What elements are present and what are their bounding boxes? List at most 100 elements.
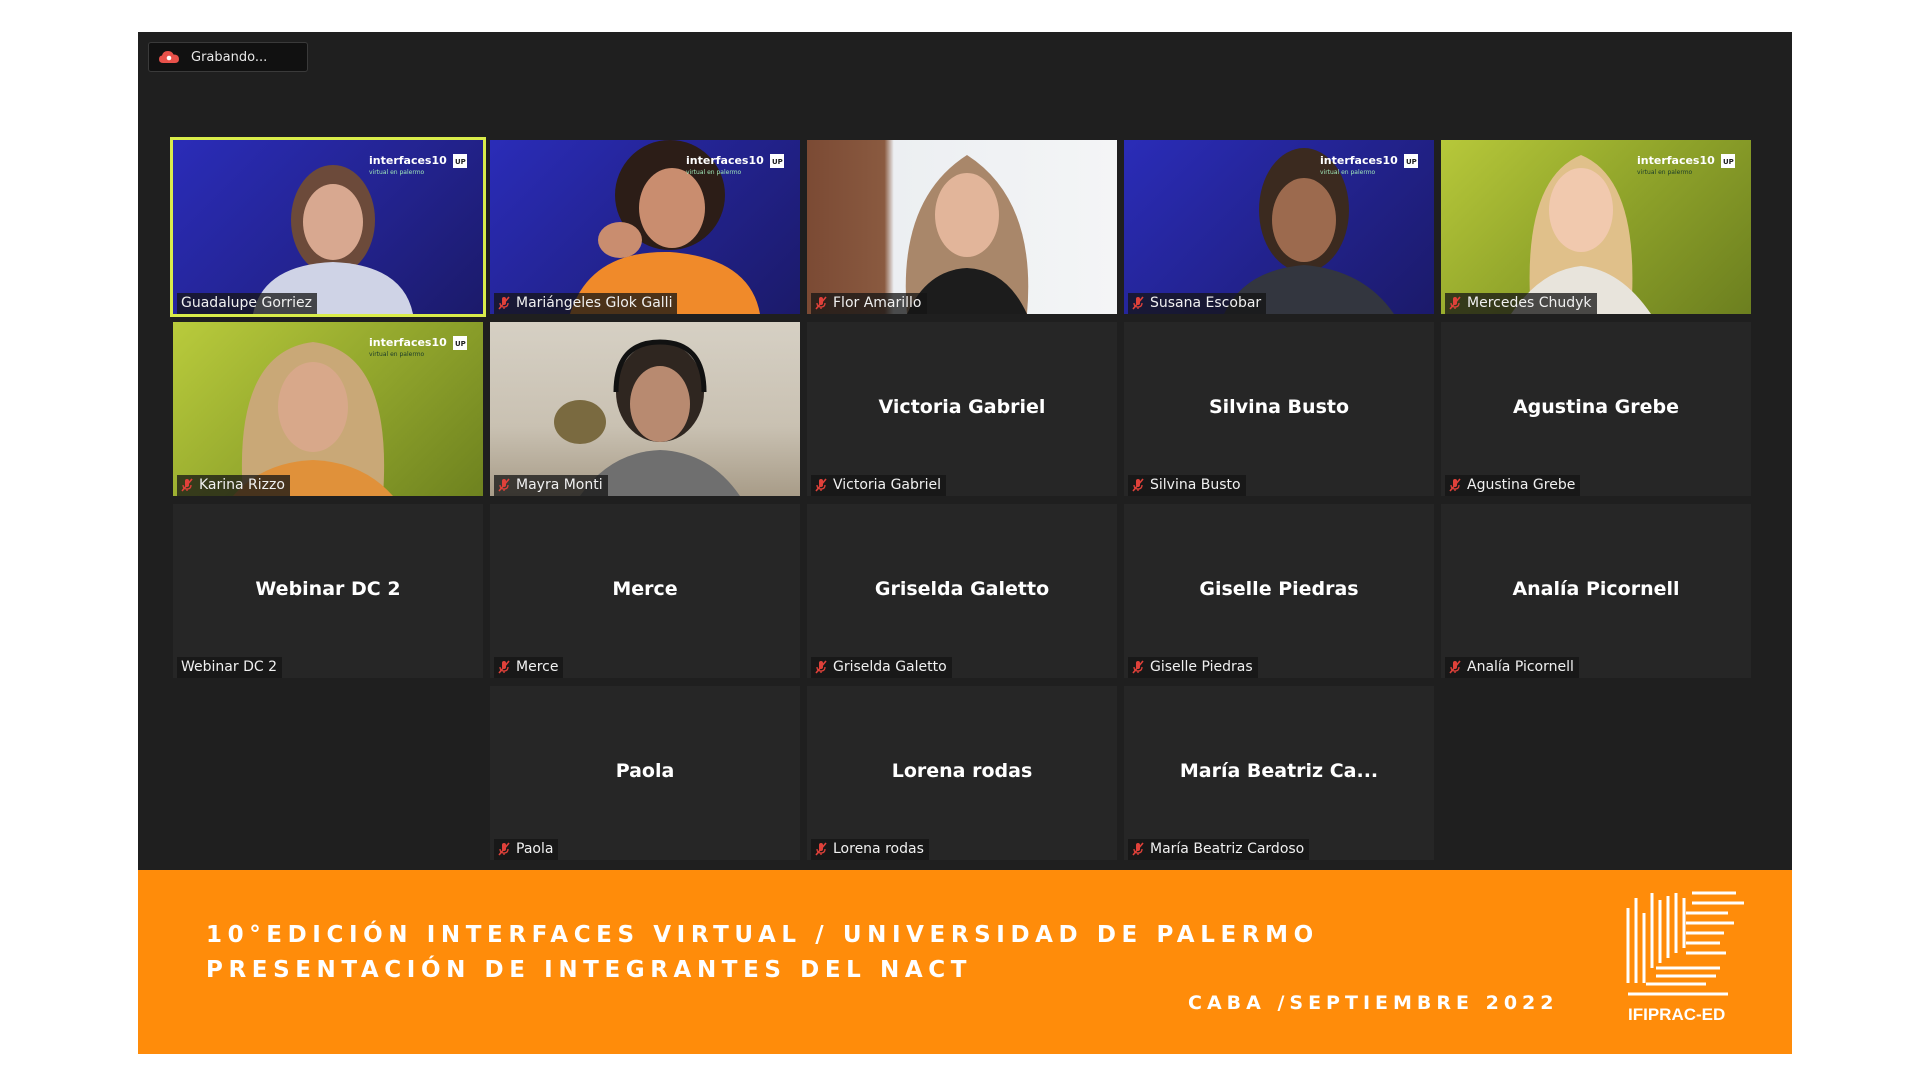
muted-mic-icon <box>815 478 827 492</box>
participant-display-name: Merce <box>612 578 678 600</box>
svg-text:UP: UP <box>1723 158 1734 166</box>
participant-label: Agustina Grebe <box>1445 475 1581 496</box>
muted-mic-icon <box>1132 296 1144 310</box>
video-tile[interactable]: interfaces10 virtual en palermo UP Susana … <box>1124 140 1434 314</box>
participant-label: Silvina Busto <box>1128 475 1246 496</box>
participant-display-name: Griselda Galetto <box>874 578 1050 600</box>
participant-name: Griselda Galetto <box>833 659 947 675</box>
name-tile[interactable]: Giselle Piedras Giselle Piedras <box>1124 504 1434 678</box>
participant-label: Mercedes Chudyk <box>1445 293 1597 314</box>
participant-label: Paola <box>494 839 559 860</box>
muted-mic-icon <box>1449 296 1461 310</box>
svg-text:virtual en palermo: virtual en palermo <box>1637 169 1693 176</box>
participant-label: Merce <box>494 657 564 678</box>
participant-display-name: Lorena rodas <box>891 760 1033 782</box>
participant-display-name: Agustina Grebe <box>1512 396 1680 418</box>
svg-text:UP: UP <box>1406 158 1417 166</box>
video-tile[interactable]: interfaces10 virtual en palermo UP Mariáng… <box>490 140 800 314</box>
muted-mic-icon <box>815 660 827 674</box>
svg-text:UP: UP <box>455 340 466 348</box>
video-tile[interactable]: interfaces10 virtual en palermo UP Guadalu… <box>170 137 486 317</box>
muted-mic-icon <box>498 296 510 310</box>
event-logo: interfaces10 virtual en palermo UP <box>369 152 469 182</box>
name-tile[interactable]: Griselda Galetto Griselda Galetto <box>807 504 1117 678</box>
participant-label: Karina Rizzo <box>177 475 290 496</box>
participant-label: Webinar DC 2 <box>177 657 282 678</box>
participant-name: Lorena rodas <box>833 841 924 857</box>
event-logo: interfaces10 virtual en palermo UP <box>369 334 469 364</box>
participant-display-name: Paola <box>615 760 675 782</box>
muted-mic-icon <box>498 660 510 674</box>
svg-text:virtual en palermo: virtual en palermo <box>686 169 742 176</box>
event-logo: interfaces10 virtual en palermo UP <box>1320 152 1420 182</box>
muted-mic-icon <box>181 478 193 492</box>
svg-text:interfaces10: interfaces10 <box>369 336 447 349</box>
participant-name: Mayra Monti <box>516 477 603 493</box>
banner-date: CABA /SEPTIEMBRE 2022 <box>1188 992 1559 1014</box>
video-tile[interactable]: interfaces10 virtual en palermo UP Karina … <box>173 322 483 496</box>
participant-name: Guadalupe Gorriez <box>181 295 313 311</box>
participant-display-name: Victoria Gabriel <box>878 396 1046 418</box>
participant-label: Flor Amarillo <box>811 293 927 314</box>
participant-name: Merce <box>516 659 559 675</box>
banner-title: 10°EDICIÓN INTERFACES VIRTUAL / UNIVERSI… <box>206 922 1319 948</box>
participant-name: Victoria Gabriel <box>833 477 942 493</box>
participant-name: Paola <box>516 841 554 857</box>
event-logo: interfaces10 virtual en palermo UP <box>1637 152 1737 182</box>
participant-label: Guadalupe Gorriez <box>177 293 318 314</box>
participant-name: Giselle Piedras <box>1150 659 1253 675</box>
participant-display-name: Giselle Piedras <box>1199 578 1359 600</box>
slide-frame: Grabando... interfaces10 virtual en paler… <box>138 32 1792 1054</box>
svg-text:virtual en palermo: virtual en palermo <box>369 351 425 358</box>
muted-mic-icon <box>815 842 827 856</box>
name-tile[interactable]: María Beatriz Ca... María Beatriz Cardos… <box>1124 686 1434 860</box>
video-tile[interactable]: Mayra Monti <box>490 322 800 496</box>
muted-mic-icon <box>1132 660 1144 674</box>
participant-name: Mariángeles Glok Galli <box>516 295 673 311</box>
meeting-window: Grabando... interfaces10 virtual en paler… <box>138 32 1792 870</box>
name-tile[interactable]: Analía Picornell Analía Picornell <box>1441 504 1751 678</box>
name-tile[interactable]: Silvina Busto Silvina Busto <box>1124 322 1434 496</box>
participant-name: Susana Escobar <box>1150 295 1262 311</box>
name-tile[interactable]: Lorena rodas Lorena rodas <box>807 686 1117 860</box>
name-tile[interactable]: Webinar DC 2 Webinar DC 2 <box>173 504 483 678</box>
title-banner: 10°EDICIÓN INTERFACES VIRTUAL / UNIVERSI… <box>138 870 1792 1054</box>
svg-text:interfaces10: interfaces10 <box>369 154 447 167</box>
video-tile[interactable]: Flor Amarillo <box>807 140 1117 314</box>
video-tile[interactable]: interfaces10 virtual en palermo UP Mercede… <box>1441 140 1751 314</box>
muted-mic-icon <box>1132 842 1144 856</box>
participant-label: Mayra Monti <box>494 475 608 496</box>
participant-display-name: Webinar DC 2 <box>255 578 401 600</box>
participant-name: Mercedes Chudyk <box>1467 295 1592 311</box>
participant-label: María Beatriz Cardoso <box>1128 839 1310 860</box>
recording-label: Grabando... <box>191 49 268 65</box>
participant-display-name: Silvina Busto <box>1208 396 1350 418</box>
participant-label: Mariángeles Glok Galli <box>494 293 678 314</box>
participant-label: Victoria Gabriel <box>811 475 947 496</box>
banner-subtitle: PRESENTACIÓN DE INTEGRANTES DEL NACT <box>206 957 973 983</box>
name-tile[interactable]: Merce Merce <box>490 504 800 678</box>
muted-mic-icon <box>1132 478 1144 492</box>
participant-label: Lorena rodas <box>811 839 929 860</box>
recording-indicator[interactable]: Grabando... <box>148 42 308 72</box>
muted-mic-icon <box>1449 660 1461 674</box>
participant-name: Karina Rizzo <box>199 477 285 493</box>
svg-text:UP: UP <box>455 158 466 166</box>
svg-text:virtual en palermo: virtual en palermo <box>1320 169 1376 176</box>
participant-video <box>905 155 1029 314</box>
name-tile[interactable]: Agustina Grebe Agustina Grebe <box>1441 322 1751 496</box>
event-logo: interfaces10 virtual en palermo UP <box>686 152 786 182</box>
muted-mic-icon <box>498 842 510 856</box>
svg-text:interfaces10: interfaces10 <box>1320 154 1398 167</box>
participant-name: Agustina Grebe <box>1467 477 1576 493</box>
muted-mic-icon <box>498 478 510 492</box>
name-tile[interactable]: Victoria Gabriel Victoria Gabriel <box>807 322 1117 496</box>
participant-display-name: Analía Picornell <box>1512 578 1680 600</box>
participant-display-name: María Beatriz Ca... <box>1179 760 1379 782</box>
participant-name: Flor Amarillo <box>833 295 922 311</box>
svg-text:virtual en palermo: virtual en palermo <box>369 169 425 176</box>
participant-label: Susana Escobar <box>1128 293 1267 314</box>
muted-mic-icon <box>815 296 827 310</box>
name-tile[interactable]: Paola Paola <box>490 686 800 860</box>
svg-text:interfaces10: interfaces10 <box>686 154 764 167</box>
